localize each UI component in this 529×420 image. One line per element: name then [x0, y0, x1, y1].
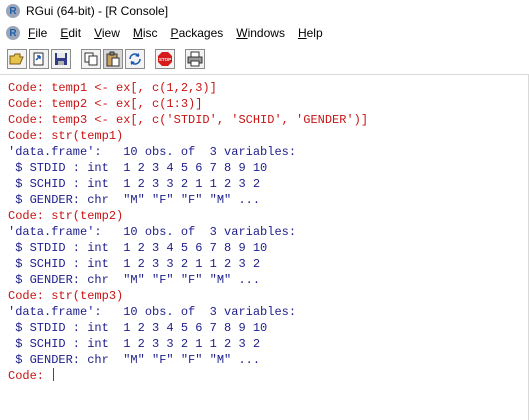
console-line: Code: str(temp1)	[8, 129, 124, 143]
menu-file[interactable]: File	[28, 26, 47, 40]
title-bar: R RGui (64-bit) - [R Console]	[0, 0, 529, 22]
console-line: $ SCHID : int 1 2 3 3 2 1 1 2 3 2	[8, 257, 261, 271]
menu-misc[interactable]: Misc	[133, 26, 158, 40]
console-line: 'data.frame': 10 obs. of 3 variables:	[8, 305, 297, 319]
menu-windows[interactable]: Windows	[236, 26, 285, 40]
r-logo-icon: R	[6, 4, 20, 18]
open-script-button[interactable]	[7, 49, 27, 69]
console-line: $ STDID : int 1 2 3 4 5 6 7 8 9 10	[8, 321, 268, 335]
console-prompt: Code:	[8, 369, 52, 383]
save-icon	[55, 53, 67, 65]
load-workspace-icon	[33, 52, 44, 66]
console-line: Code: temp2 <- ex[, c(1:3)]	[8, 97, 203, 111]
console-line: 'data.frame': 10 obs. of 3 variables:	[8, 225, 297, 239]
console-line: $ SCHID : int 1 2 3 3 2 1 1 2 3 2	[8, 177, 261, 191]
load-workspace-button[interactable]	[29, 49, 49, 69]
console-line: $ GENDER: chr "M" "F" "F" "M" ...	[8, 353, 261, 367]
console-line: Code: str(temp2)	[8, 209, 124, 223]
print-button[interactable]	[185, 49, 205, 69]
copy-icon	[84, 52, 98, 66]
copy-paste-icon	[129, 53, 141, 65]
console-line: $ SCHID : int 1 2 3 3 2 1 1 2 3 2	[8, 337, 261, 351]
menu-packages[interactable]: Packages	[171, 26, 224, 40]
console-line: Code: temp1 <- ex[, c(1,2,3)]	[8, 81, 217, 95]
menu-help[interactable]: Help	[298, 26, 323, 40]
paste-button[interactable]	[103, 49, 123, 69]
paste-icon	[106, 51, 120, 67]
console-line: $ GENDER: chr "M" "F" "F" "M" ...	[8, 273, 261, 287]
print-icon	[187, 51, 203, 67]
console-line: 'data.frame': 10 obs. of 3 variables:	[8, 145, 297, 159]
console-prompt-line[interactable]: Code:	[8, 368, 528, 384]
menu-bar: R File Edit View Misc Packages Windows H…	[0, 22, 529, 44]
text-cursor	[53, 368, 55, 381]
console-line: $ STDID : int 1 2 3 4 5 6 7 8 9 10	[8, 241, 268, 255]
console-line: $ GENDER: chr "M" "F" "F" "M" ...	[8, 193, 261, 207]
menu-view[interactable]: View	[94, 26, 120, 40]
console-line: $ STDID : int 1 2 3 4 5 6 7 8 9 10	[8, 161, 268, 175]
copy-button[interactable]	[81, 49, 101, 69]
open-script-icon	[9, 53, 24, 65]
window-title: RGui (64-bit) - [R Console]	[26, 4, 169, 18]
toolbar: STOP	[0, 44, 529, 75]
stop-button[interactable]: STOP	[155, 49, 175, 69]
console-line: Code: temp3 <- ex[, c('STDID', 'SCHID', …	[8, 113, 369, 127]
save-button[interactable]	[51, 49, 71, 69]
copy-paste-button[interactable]	[125, 49, 145, 69]
r-console[interactable]: Code: temp1 <- ex[, c(1,2,3)] Code: temp…	[0, 75, 529, 420]
menu-edit[interactable]: Edit	[60, 26, 81, 40]
console-line: Code: str(temp3)	[8, 289, 124, 303]
svg-text:STOP: STOP	[159, 57, 171, 62]
r-menu-icon[interactable]: R	[6, 26, 20, 40]
stop-icon: STOP	[158, 52, 172, 66]
